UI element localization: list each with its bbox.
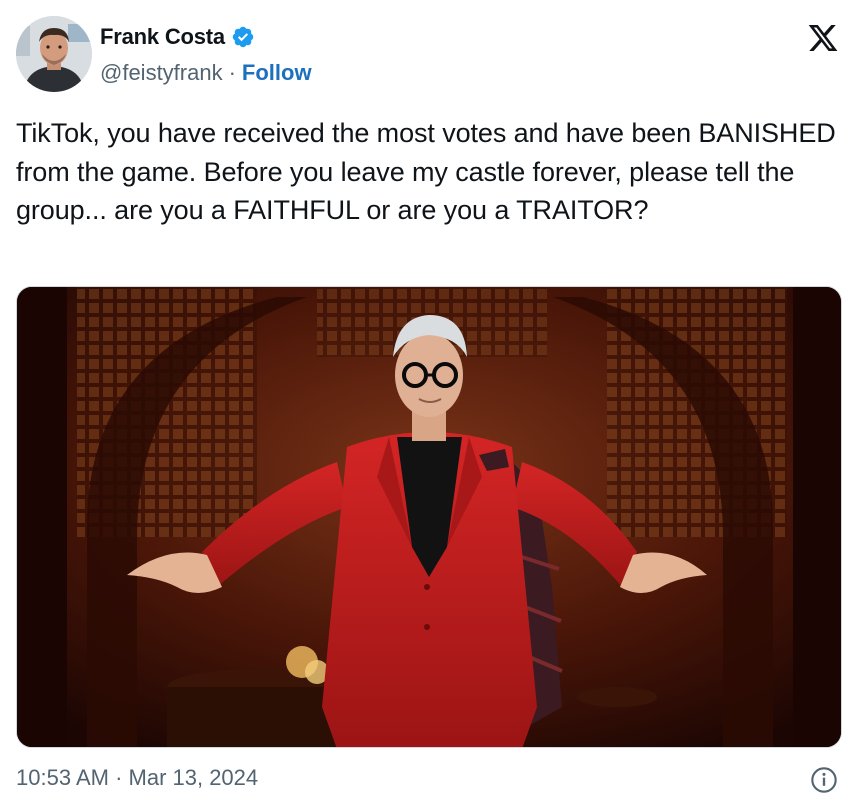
follow-button[interactable]: Follow — [242, 60, 312, 86]
tweet-timestamp[interactable]: 10:53 AM · Mar 13, 2024 — [16, 765, 258, 791]
handle-separator: · — [228, 60, 236, 85]
author-avatar[interactable] — [16, 16, 92, 92]
tweet-media-photo[interactable] — [16, 286, 842, 748]
tweet-card: Frank Costa @feistyfrank · Follow TikTok… — [0, 0, 864, 808]
author-name-row: Frank Costa — [100, 24, 255, 50]
verified-badge-icon — [232, 26, 254, 48]
x-logo-icon[interactable] — [806, 22, 840, 54]
author-handle[interactable]: @feistyfrank — [100, 60, 223, 86]
info-icon[interactable] — [810, 766, 838, 794]
author-handle-row: @feistyfrank · Follow — [100, 60, 312, 86]
tweet-text: TikTok, you have received the most votes… — [16, 118, 836, 225]
author-display-name[interactable]: Frank Costa — [100, 24, 225, 50]
